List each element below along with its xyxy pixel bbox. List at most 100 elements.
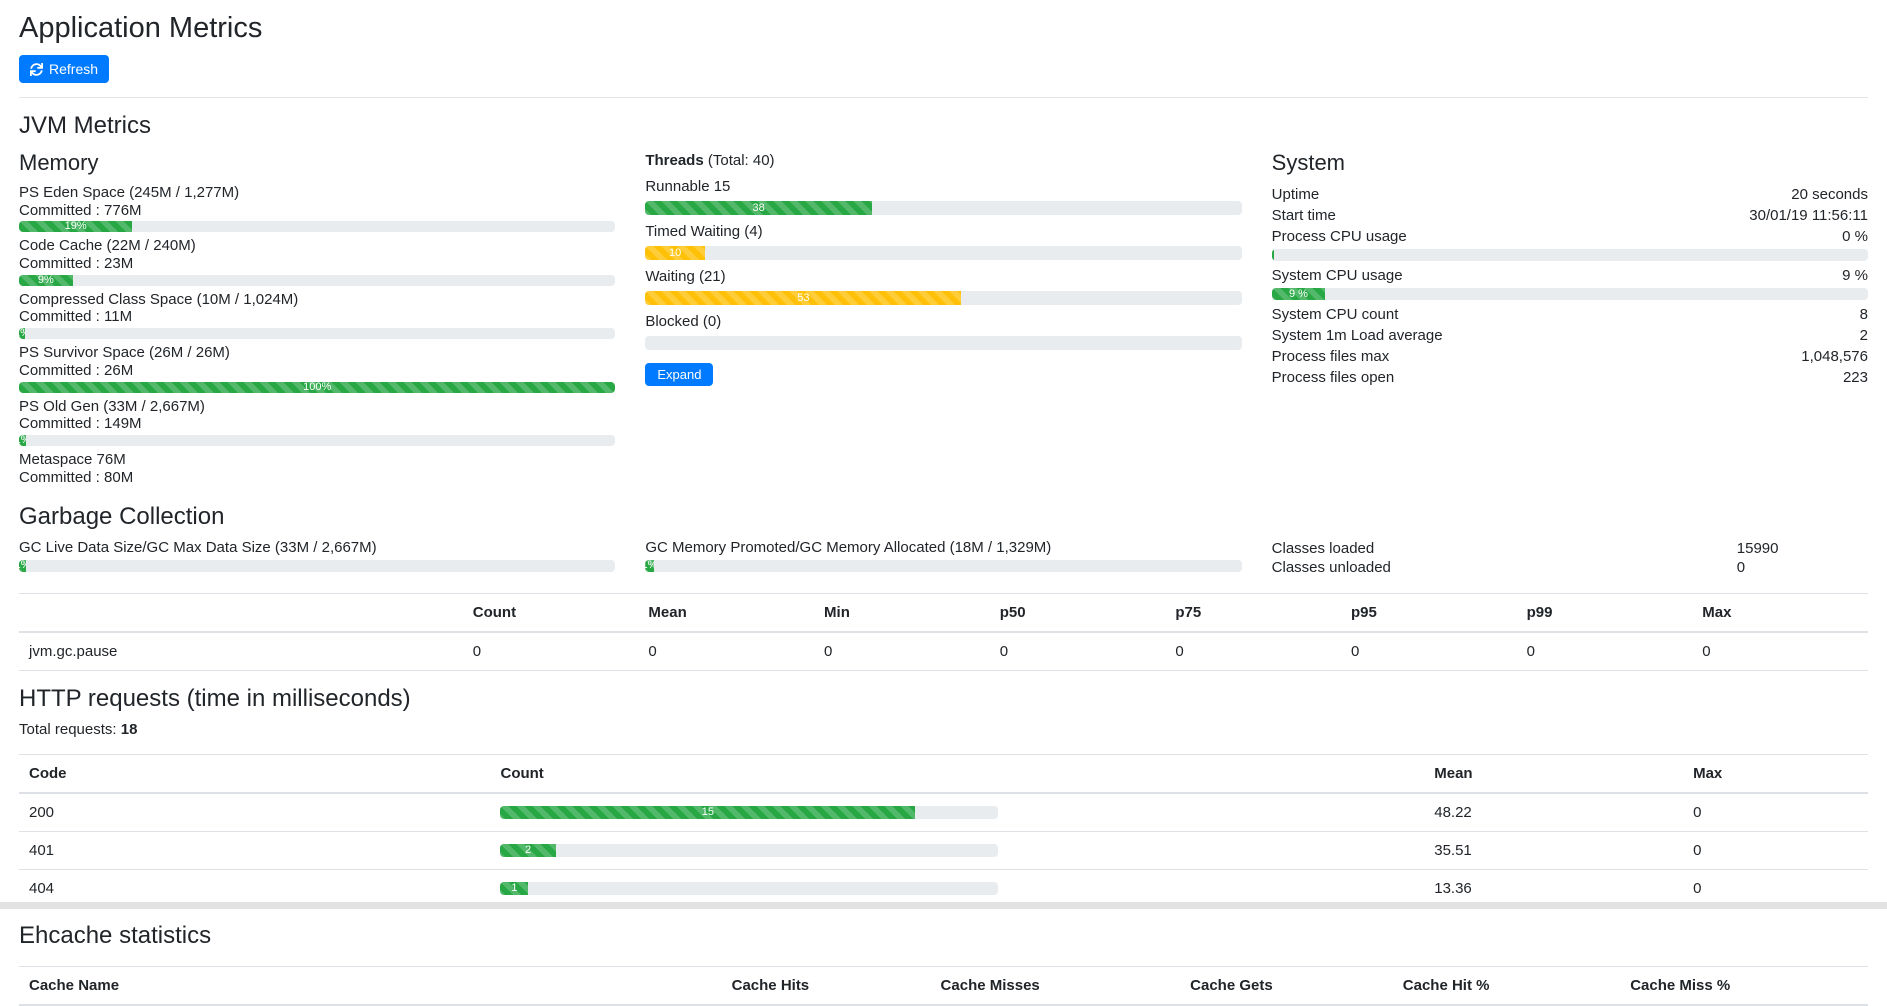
- system-row-load-average: System 1m Load average 2: [1272, 325, 1868, 346]
- gc-table-header-max: Max: [1692, 594, 1868, 633]
- classes-unloaded-value: 0: [1737, 559, 1745, 576]
- memory-item-code-cache: Code Cache (22M / 240M) Committed : 23M …: [19, 237, 615, 285]
- http-count-fill: 1: [500, 882, 528, 895]
- gc-p75: 0: [1165, 632, 1341, 671]
- memory-item-committed: Committed : 149M: [19, 415, 615, 433]
- http-max: 0: [1683, 793, 1868, 832]
- system-row-label: Start time: [1272, 207, 1336, 224]
- system-row-label: Uptime: [1272, 186, 1320, 203]
- http-count-cell: 15: [490, 793, 1424, 832]
- gc-row: GC Live Data Size/GC Max Data Size (33M …: [4, 539, 1883, 577]
- ehcache-header-cache-hit-pct: Cache Hit %: [1393, 967, 1620, 1006]
- total-requests-value: 18: [121, 721, 138, 738]
- gc-classes-column: Classes loaded 15990 Classes unloaded 0: [1257, 539, 1883, 577]
- thread-blocked-progressbar: [645, 336, 1241, 350]
- metrics-page: Application Metrics Refresh JVM Metrics …: [0, 0, 1887, 1006]
- jvm-metrics-row: Memory PS Eden Space (245M / 1,277M) Com…: [4, 148, 1883, 489]
- ehcache-header-cache-hits: Cache Hits: [722, 967, 931, 1006]
- gc-table-header-p99: p99: [1517, 594, 1693, 633]
- refresh-button[interactable]: Refresh: [19, 55, 109, 83]
- gc-table-header-mean: Mean: [638, 594, 814, 633]
- system-row-uptime: Uptime 20 seconds: [1272, 184, 1868, 205]
- http-table-header-mean: Mean: [1424, 755, 1683, 794]
- gc-live-data-progressbar: 1%: [19, 560, 615, 572]
- memory-item-committed: Committed : 23M: [19, 255, 615, 273]
- http-table-row-200: 200 15 48.22 0: [19, 793, 1868, 832]
- http-count-fill: 2: [500, 844, 555, 857]
- threads-column: Threads (Total: 40) Runnable 15 38 Timed…: [630, 148, 1256, 489]
- system-column: System Uptime 20 seconds Start time 30/0…: [1257, 148, 1883, 489]
- gc-table-header-p75: p75: [1165, 594, 1341, 633]
- thread-waiting-label: Waiting (21): [645, 268, 1241, 285]
- gc-live-data-fill: 1%: [19, 560, 26, 572]
- system-row-files-open: Process files open 223: [1272, 367, 1868, 388]
- jvm-metrics-heading: JVM Metrics: [19, 112, 1868, 140]
- system-row-files-max: Process files max 1,048,576: [1272, 346, 1868, 367]
- expand-button[interactable]: Expand: [645, 363, 713, 386]
- memory-progressbar: 9%: [19, 275, 615, 286]
- classes-loaded-label: Classes loaded: [1272, 540, 1737, 557]
- system-cpu-fill: 9 %: [1272, 288, 1326, 300]
- memory-progressbar: 100%: [19, 382, 615, 393]
- system-row-label: System CPU usage: [1272, 267, 1403, 284]
- divider: [19, 97, 1868, 98]
- process-cpu-fill: [1272, 249, 1274, 261]
- memory-item-title: PS Survivor Space (26M / 26M): [19, 344, 615, 362]
- classes-unloaded-label: Classes unloaded: [1272, 559, 1737, 576]
- system-row-cpu-count: System CPU count 8: [1272, 304, 1868, 325]
- memory-item-title: Code Cache (22M / 240M): [19, 237, 615, 255]
- http-table-header-max: Max: [1683, 755, 1868, 794]
- memory-item-committed: Committed : 11M: [19, 308, 615, 326]
- gc-promoted-progressbar: 1%: [645, 560, 1241, 572]
- http-table-row-401: 401 2 35.51 0: [19, 832, 1868, 870]
- system-row-value: 8: [1860, 306, 1868, 323]
- memory-item-title: Metaspace 76M: [19, 451, 615, 469]
- memory-item-title: PS Eden Space (245M / 1,277M): [19, 184, 615, 202]
- gc-p50: 0: [990, 632, 1166, 671]
- gc-promoted-label: GC Memory Promoted/GC Memory Allocated (…: [645, 539, 1241, 557]
- system-row-label: Process CPU usage: [1272, 228, 1407, 245]
- system-row-value: 9 %: [1842, 267, 1868, 284]
- gc-table-header-min: Min: [814, 594, 990, 633]
- gc-live-data-column: GC Live Data Size/GC Max Data Size (33M …: [4, 539, 630, 577]
- refresh-button-label: Refresh: [49, 61, 98, 77]
- threads-heading-total: (Total: 40): [704, 152, 775, 169]
- refresh-icon: [30, 63, 43, 76]
- memory-progressbar-fill: 9%: [19, 275, 73, 286]
- thread-blocked-label: Blocked (0): [645, 313, 1241, 330]
- memory-progressbar-fill: 1%: [19, 328, 25, 339]
- gc-table-header-row: Count Mean Min p50 p75 p95 p99 Max: [19, 594, 1868, 633]
- process-cpu-progressbar: [1272, 249, 1868, 261]
- thread-timed-waiting-progressbar: 10: [645, 246, 1241, 260]
- system-row-value: 2: [1860, 327, 1868, 344]
- memory-heading: Memory: [19, 150, 615, 176]
- memory-progressbar-fill: 100%: [19, 382, 615, 393]
- system-row-process-cpu: Process CPU usage 0 %: [1272, 226, 1868, 247]
- classes-loaded-value: 15990: [1737, 540, 1779, 557]
- memory-progressbar: 19%: [19, 221, 615, 232]
- thread-waiting-fill: 53: [645, 291, 961, 305]
- memory-item-eden: PS Eden Space (245M / 1,277M) Committed …: [19, 184, 615, 232]
- ehcache-header-cache-misses: Cache Misses: [931, 967, 1181, 1006]
- system-cpu-progressbar: 9 %: [1272, 288, 1868, 300]
- memory-progressbar: 1%: [19, 435, 615, 446]
- ehcache-header-cache-name: Cache Name: [19, 967, 722, 1006]
- memory-progressbar: 1%: [19, 328, 615, 339]
- gc-promoted-fill: 1%: [645, 560, 653, 572]
- thread-waiting-progressbar: 53: [645, 291, 1241, 305]
- gc-min: 0: [814, 632, 990, 671]
- system-heading: System: [1272, 150, 1868, 176]
- system-row-value: 1,048,576: [1801, 348, 1868, 365]
- memory-item-compressed-class: Compressed Class Space (10M / 1,024M) Co…: [19, 291, 615, 339]
- http-count-progressbar: 1: [500, 882, 998, 895]
- gc-table-header-p50: p50: [990, 594, 1166, 633]
- thread-timed-waiting-fill: 10: [645, 246, 705, 260]
- http-count-progressbar: 15: [500, 806, 998, 819]
- threads-heading: Threads (Total: 40): [645, 152, 1241, 169]
- gc-table-header-p95: p95: [1341, 594, 1517, 633]
- gc-p95: 0: [1341, 632, 1517, 671]
- http-count-progressbar: 2: [500, 844, 998, 857]
- gc-heading: Garbage Collection: [19, 503, 1868, 531]
- system-row-value: 0 %: [1842, 228, 1868, 245]
- http-table-header-code: Code: [19, 755, 490, 794]
